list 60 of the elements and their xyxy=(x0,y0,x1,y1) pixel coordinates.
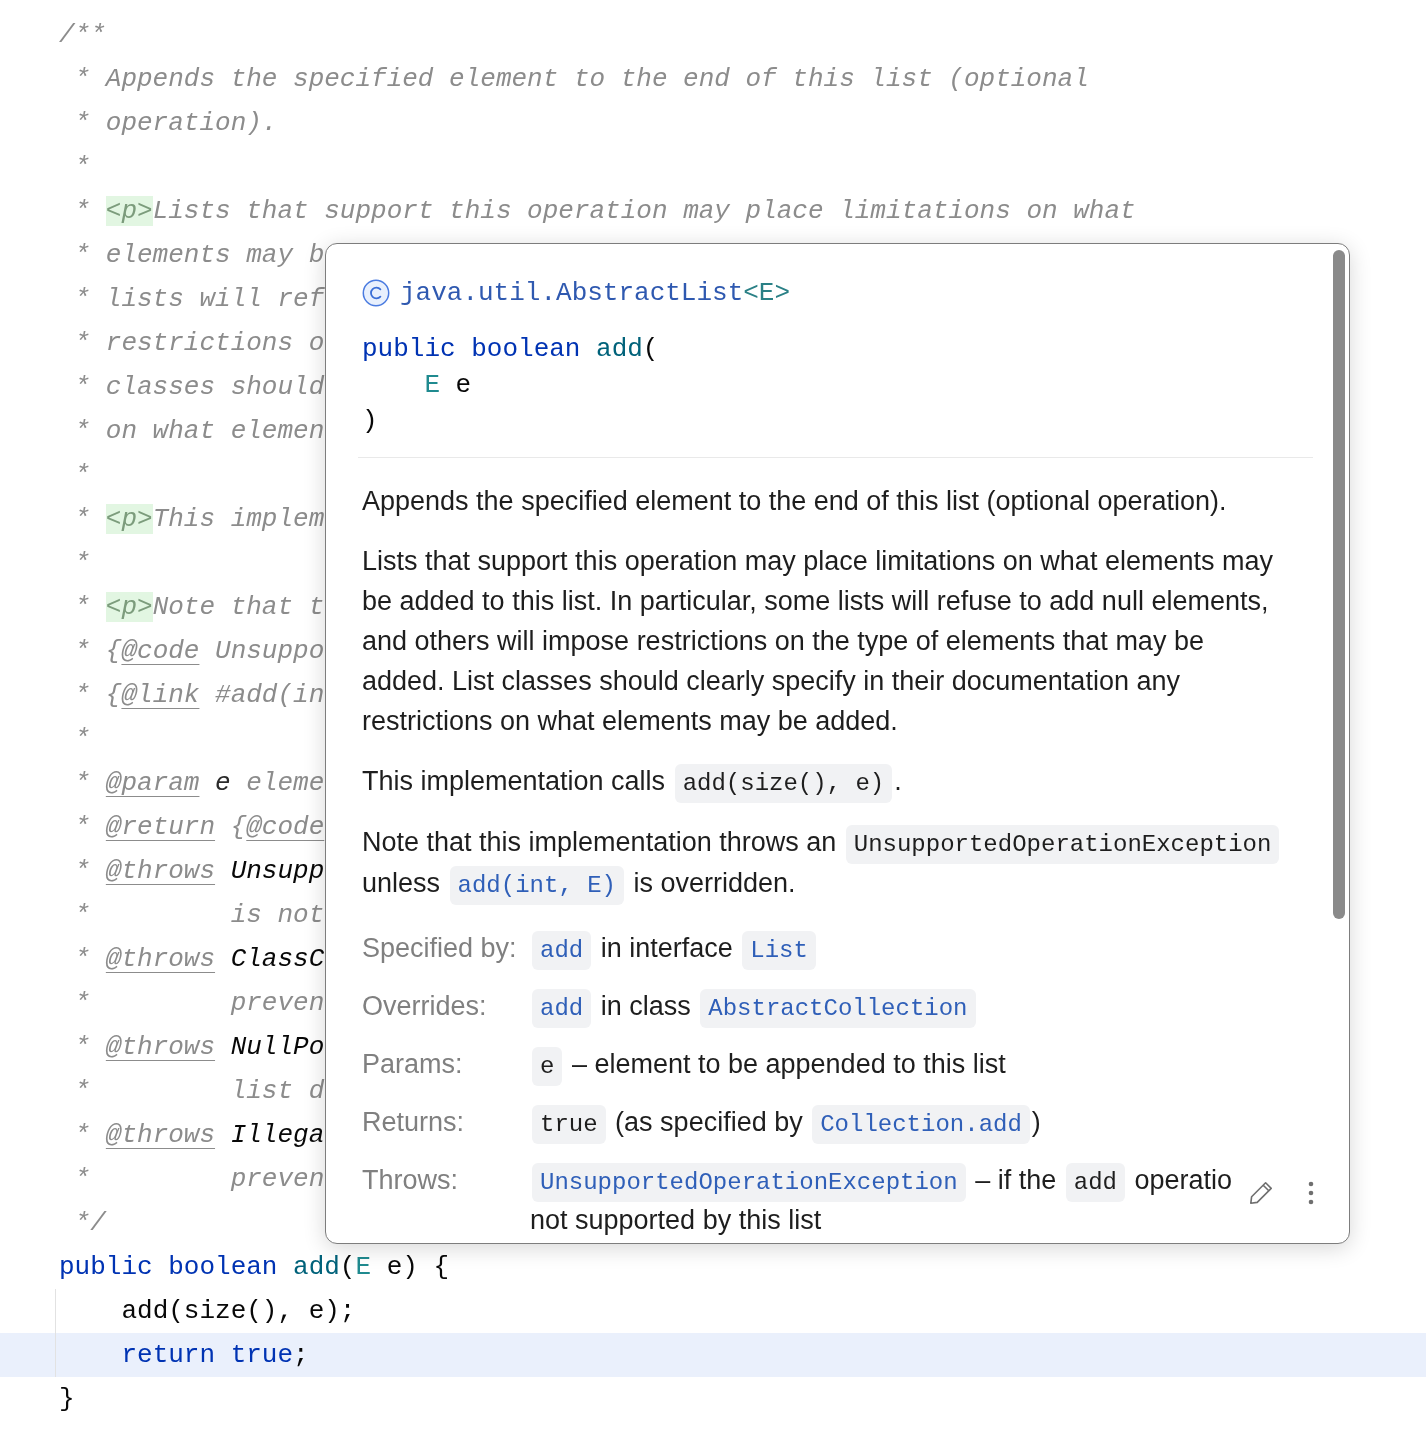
code-link[interactable]: Collection.add xyxy=(812,1105,1030,1144)
code-line: * xyxy=(74,724,91,754)
code-line: * xyxy=(74,460,91,490)
section-value: add in class AbstractCollection xyxy=(530,986,978,1026)
code-line: public boolean add(E e) { xyxy=(59,1252,450,1282)
code-line: * preven xyxy=(74,1164,325,1194)
code-line: * <p>Note that t xyxy=(74,592,325,622)
code-line: * <p>This implem xyxy=(74,504,325,534)
code-link[interactable]: List xyxy=(742,931,816,970)
class-icon xyxy=(362,279,390,307)
code-line: * @return {@code xyxy=(74,812,325,842)
code-link[interactable]: AbstractCollection xyxy=(700,989,976,1028)
code-line: * operation). xyxy=(74,108,278,138)
code-line: * xyxy=(74,548,91,578)
code-line: * restrictions o xyxy=(74,328,325,358)
code-line: * {@link #add(in xyxy=(74,680,325,710)
section-label: Throws: xyxy=(362,1165,459,1195)
doc-paragraph: Appends the specified element to the end of this list (optional operation). xyxy=(362,485,1228,518)
code-link[interactable]: add(int, E) xyxy=(449,866,624,905)
code-line: * @throws Illega xyxy=(74,1120,325,1150)
class-name: java.util.AbstractList<E> xyxy=(400,277,791,310)
section-value: e – element to be appended to this list xyxy=(530,1044,1006,1084)
section-value: true (as specified by Collection.add ) xyxy=(530,1102,1041,1142)
method-signature: public boolean add( E e ) xyxy=(362,333,659,438)
scrollbar-thumb[interactable] xyxy=(1333,250,1345,919)
code-line: * is not xyxy=(74,900,325,930)
code-line: * <p>Lists that support this operation may place limitations on what xyxy=(74,196,1136,226)
code-line: * @throws Unsupp xyxy=(74,856,325,886)
code-line: add(size(), e); xyxy=(121,1296,356,1326)
code-line: return true; xyxy=(121,1340,309,1370)
code-line: /** xyxy=(59,20,106,50)
code-line: * {@code Unsuppo xyxy=(74,636,325,666)
code-line: */ xyxy=(74,1208,106,1238)
section-label: Returns: xyxy=(362,1107,465,1137)
code-line: * elements may b xyxy=(74,240,325,270)
code-line: * xyxy=(74,152,91,182)
doc-paragraph: Lists that support this operation may place limitations on what elements may be added to this list. In particular, some lists will refuse to add null elements, and others will impose restrictions on the type of elements that may be added. List classes should clearly specify in their documentation any restrictions on what elements may be added. xyxy=(362,545,1274,738)
code-line: * preven xyxy=(74,988,325,1018)
section-value: not supported by this list xyxy=(530,1204,822,1237)
code-line: * @param e eleme xyxy=(74,768,325,798)
section-label: Params: xyxy=(362,1049,463,1079)
doc-paragraph: This implementation calls add(size(), e) . xyxy=(362,761,1286,802)
section-value: UnsupportedOperationException – if the add operatio xyxy=(530,1160,1233,1200)
code-line: * @throws ClassC xyxy=(74,944,325,974)
code-link[interactable]: add xyxy=(532,931,592,970)
code-line: } xyxy=(59,1384,75,1414)
code-link[interactable]: UnsupportedOperationException xyxy=(532,1163,966,1202)
pencil-icon[interactable] xyxy=(1248,1180,1274,1206)
code-line: * classes should xyxy=(74,372,325,402)
code-link[interactable]: add xyxy=(532,989,592,1028)
doc-paragraph: Note that this implementation throws an UnsupportedOperationException unless add(int, E) is overridden. xyxy=(362,822,1286,904)
code-line: * Appends the specified element to the end of this list (optional xyxy=(74,64,1089,94)
section-label: Overrides: xyxy=(362,991,487,1021)
code-line: * on what elemen xyxy=(74,416,325,446)
code-line: * lists will ref xyxy=(74,284,325,314)
section-value: add in interface List xyxy=(530,928,818,968)
section-label: Specified by: xyxy=(362,933,517,963)
code-line: * list d xyxy=(74,1076,325,1106)
kebab-menu-icon[interactable] xyxy=(1308,1181,1314,1205)
code-line: * @throws NullPo xyxy=(74,1032,325,1062)
